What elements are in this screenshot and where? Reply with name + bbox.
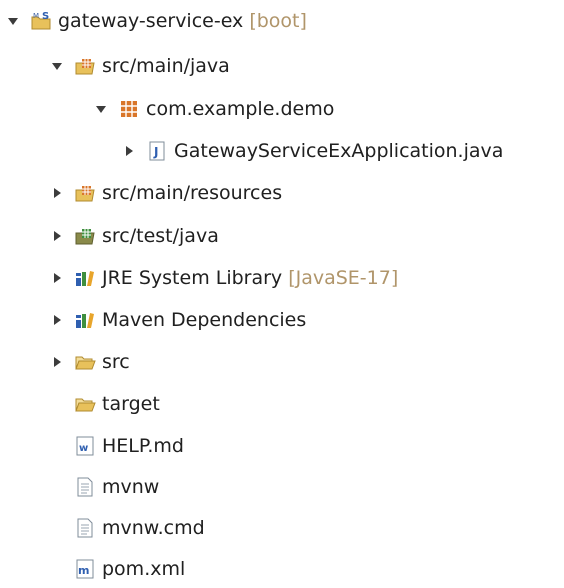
markdown-file-icon: w	[74, 435, 96, 457]
chevron-down-icon[interactable]	[94, 102, 108, 116]
tree-item-label: HELP.md	[102, 435, 184, 457]
tree-item-label: src	[102, 351, 130, 373]
tree-item-src-main-java[interactable]: src/main/java	[50, 49, 230, 83]
tree-item-decoration: [boot]	[249, 10, 307, 32]
tree-item-label: com.example.demo	[146, 98, 335, 120]
tree-item-src-main-resources[interactable]: src/main/resources	[50, 176, 282, 210]
maven-pom-icon: m	[74, 558, 96, 580]
chevron-right-icon[interactable]	[50, 355, 64, 369]
package-icon	[118, 98, 140, 120]
tree-item-label: src/main/resources	[102, 182, 283, 204]
tree-item-src-test-java[interactable]: src/test/java	[50, 219, 219, 253]
tree-item-label: src/main/java	[102, 55, 230, 77]
tree-item-label: mvnw.cmd	[102, 517, 205, 539]
tree-item-label: gateway-service-ex	[58, 10, 244, 32]
java-file-icon: J	[146, 140, 168, 162]
project-explorer-tree: M S gateway-service-ex [boot] src/main/j…	[0, 0, 564, 588]
chevron-down-icon[interactable]	[6, 14, 20, 28]
chevron-right-icon[interactable]	[122, 144, 136, 158]
tree-item-decoration: [JavaSE-17]	[288, 267, 399, 289]
tree-item-maven-dependencies[interactable]: Maven Dependencies	[50, 303, 306, 337]
folder-icon	[74, 393, 96, 415]
library-icon	[74, 309, 96, 331]
tree-item-src-folder[interactable]: src	[50, 345, 130, 379]
tree-item-label: JRE System Library	[102, 267, 283, 289]
text-file-icon	[74, 476, 96, 498]
svg-text:m: m	[78, 564, 89, 577]
text-file-icon	[74, 517, 96, 539]
svg-text:w: w	[79, 443, 88, 454]
source-folder-icon	[74, 182, 96, 204]
tree-item-mvnw-cmd[interactable]: mvnw.cmd	[50, 511, 205, 545]
tree-item-label: src/test/java	[102, 225, 219, 247]
library-icon	[74, 267, 96, 289]
svg-text:S: S	[42, 11, 49, 22]
tree-item-pom-xml[interactable]: m pom.xml	[50, 552, 185, 586]
tree-item-label: pom.xml	[102, 558, 186, 580]
tree-item-label: GatewayServiceExApplication.java	[174, 140, 504, 162]
chevron-right-icon[interactable]	[50, 229, 64, 243]
tree-item-label: Maven Dependencies	[102, 309, 307, 331]
tree-item-project[interactable]: M S gateway-service-ex [boot]	[6, 4, 307, 38]
tree-item-package[interactable]: com.example.demo	[94, 92, 334, 126]
svg-text:M: M	[33, 12, 39, 20]
chevron-down-icon[interactable]	[50, 59, 64, 73]
tree-item-target-folder[interactable]: target	[50, 387, 160, 421]
svg-text:J: J	[153, 145, 158, 159]
spring-boot-project-icon: M S	[30, 10, 52, 32]
tree-item-jre-library[interactable]: JRE System Library [JavaSE-17]	[50, 261, 398, 295]
tree-item-label: target	[102, 393, 160, 415]
tree-item-help-md[interactable]: w HELP.md	[50, 429, 184, 463]
tree-item-java-file[interactable]: J GatewayServiceExApplication.java	[122, 134, 503, 168]
chevron-right-icon[interactable]	[50, 186, 64, 200]
chevron-right-icon[interactable]	[50, 271, 64, 285]
test-source-folder-icon	[74, 225, 96, 247]
folder-icon	[74, 351, 96, 373]
tree-item-mvnw[interactable]: mvnw	[50, 470, 159, 504]
chevron-right-icon[interactable]	[50, 313, 64, 327]
tree-item-label: mvnw	[102, 476, 160, 498]
source-folder-icon	[74, 55, 96, 77]
